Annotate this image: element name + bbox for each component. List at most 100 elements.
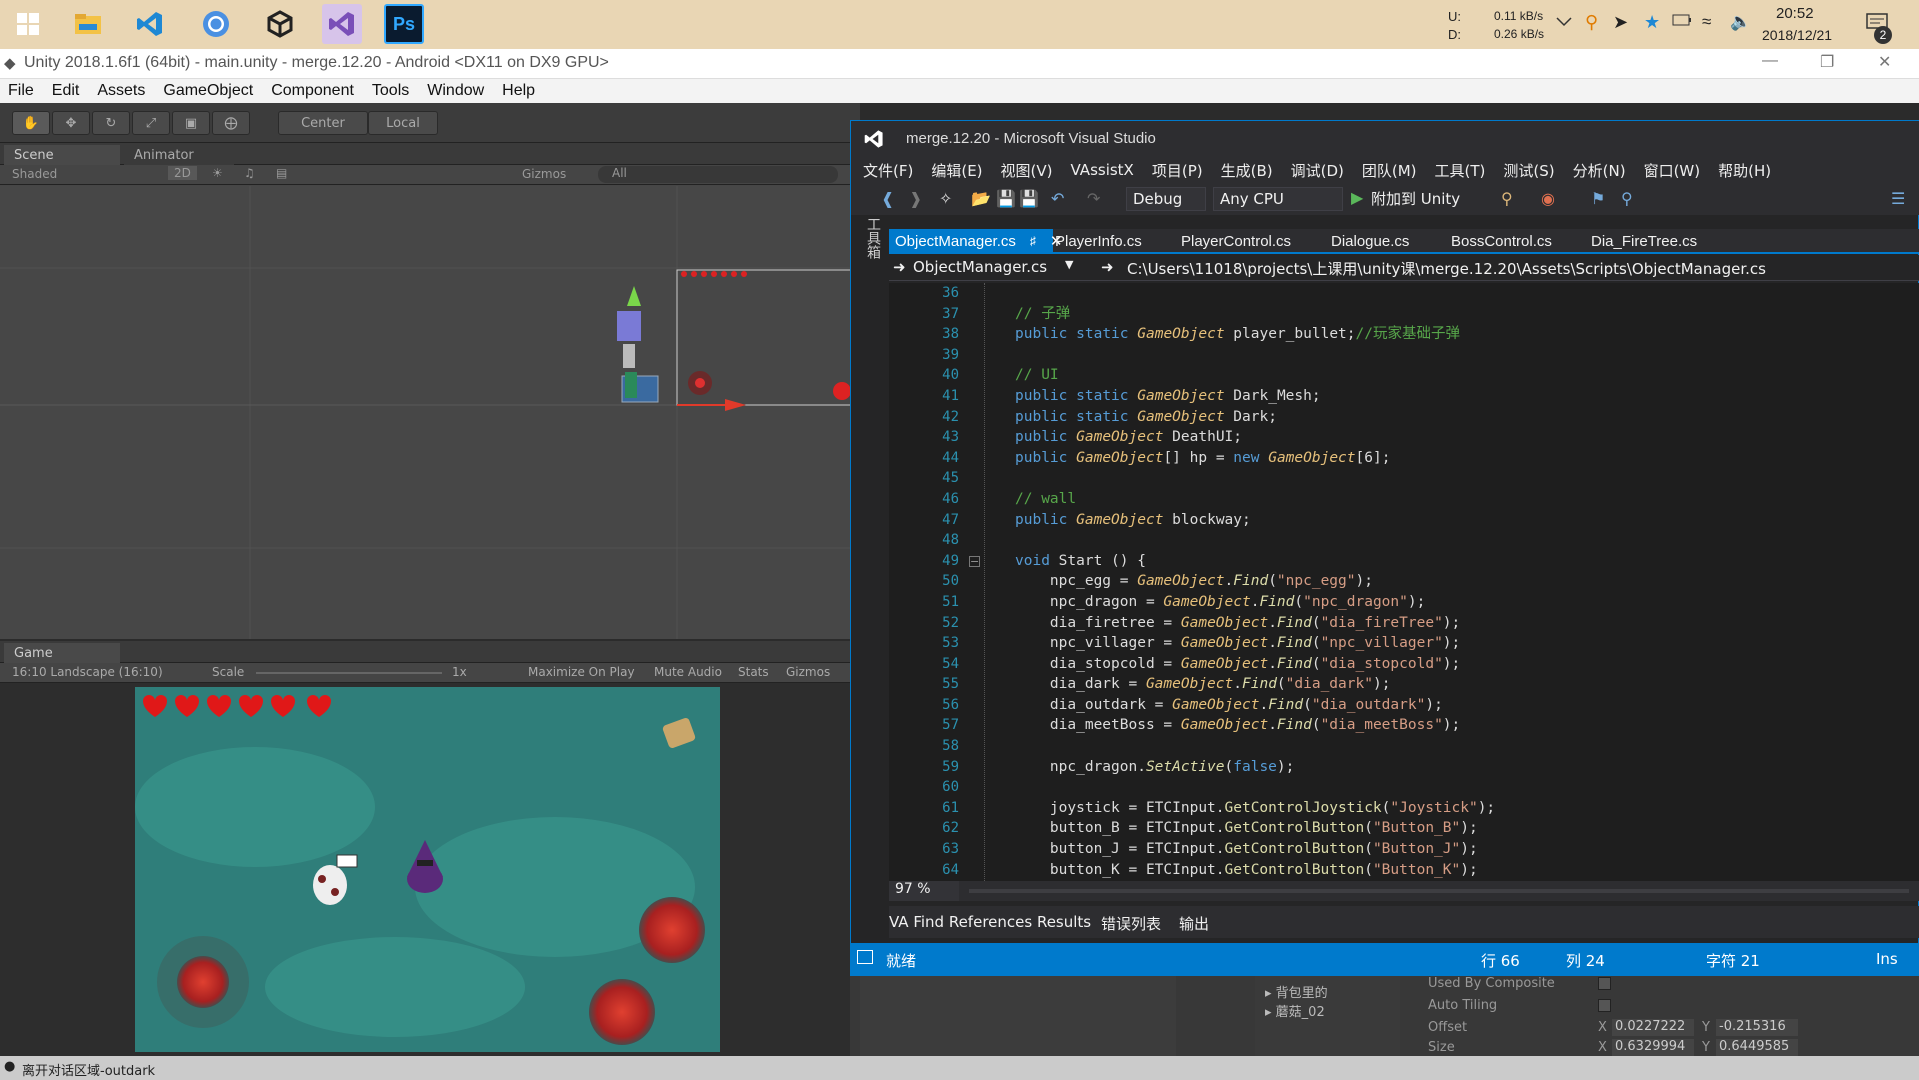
zoom-dropdown[interactable]: 97 % — [889, 881, 959, 901]
vs-menu-project[interactable]: 项目(P) — [1152, 160, 1203, 181]
nav-file-dropdown[interactable]: ObjectManager.cs — [913, 258, 1047, 276]
attach-to-unity-button[interactable]: 附加到 Unity — [1371, 188, 1460, 209]
close-button[interactable]: ✕ — [1878, 52, 1891, 72]
tab-scene[interactable]: Scene — [4, 145, 120, 165]
rotate-tool-icon[interactable]: ↻ — [92, 111, 130, 135]
tab-dia-firetree[interactable]: Dia_FireTree.cs — [1585, 229, 1703, 253]
maximize-on-play-toggle[interactable]: Maximize On Play — [528, 665, 635, 679]
move-tool-icon[interactable]: ✥ — [52, 111, 90, 135]
game-view[interactable] — [135, 687, 720, 1052]
photoshop-icon[interactable]: Ps — [384, 4, 424, 44]
offset-x-field[interactable]: 0.0227222 — [1612, 1019, 1694, 1036]
menu-gameobject[interactable]: GameObject — [163, 82, 253, 100]
mute-audio-toggle[interactable]: Mute Audio — [654, 665, 722, 679]
mode-2d-toggle[interactable]: 2D — [168, 166, 197, 180]
stats-toggle[interactable]: Stats — [738, 665, 769, 679]
menu-assets[interactable]: Assets — [97, 82, 145, 100]
platform-dropdown[interactable]: Any CPU — [1213, 187, 1343, 211]
clock-time[interactable]: 20:52 — [1776, 5, 1814, 22]
auto-tiling-checkbox[interactable] — [1598, 999, 1611, 1012]
vs-menu-window[interactable]: 窗口(W) — [1644, 160, 1701, 181]
menu-file[interactable]: File — [8, 82, 34, 100]
bookmark-icon[interactable]: ⚑ — [1591, 189, 1605, 208]
vs-menu-analyze[interactable]: 分析(N) — [1573, 160, 1626, 181]
rect-tool-icon[interactable]: ▣ — [172, 111, 210, 135]
chevron-down-icon[interactable]: ▼ — [1065, 258, 1073, 271]
tab-playercontrol[interactable]: PlayerControl.cs — [1175, 229, 1297, 253]
pivot-center-button[interactable]: Center — [278, 111, 368, 135]
size-y-field[interactable]: 0.6449585 — [1716, 1039, 1798, 1056]
wifi-icon[interactable]: ≈ — [1702, 12, 1711, 32]
back-icon[interactable]: ❰ — [881, 189, 894, 208]
horizontal-scrollbar[interactable] — [969, 889, 1909, 893]
menu-window[interactable]: Window — [427, 82, 484, 100]
transform-tool-icon[interactable]: ⨁ — [212, 111, 250, 135]
open-file-icon[interactable]: 📂 — [971, 189, 991, 208]
unity-icon[interactable] — [260, 4, 300, 44]
undo-icon[interactable]: ↶ — [1051, 189, 1064, 208]
tab-bosscontrol[interactable]: BossControl.cs — [1445, 229, 1558, 253]
vs-menu-help[interactable]: 帮助(H) — [1718, 160, 1771, 181]
size-x-field[interactable]: 0.6329994 — [1612, 1039, 1694, 1056]
chrome-icon[interactable] — [196, 4, 236, 44]
vs-menu-vassistx[interactable]: VAssistX — [1071, 161, 1134, 179]
forward-icon[interactable]: ❱ — [909, 189, 922, 208]
vs-menu-build[interactable]: 生成(B) — [1221, 160, 1273, 181]
minimize-button[interactable]: — — [1762, 52, 1778, 70]
windows-start-icon[interactable] — [8, 4, 48, 44]
save-icon[interactable]: 💾 — [996, 189, 1016, 208]
hierarchy-item[interactable]: ▸ 蘑菇_02 — [1265, 1001, 1325, 1020]
aspect-dropdown[interactable]: 16:10 Landscape (16:10) — [12, 665, 163, 679]
offset-y-field[interactable]: -0.215316 — [1716, 1019, 1798, 1036]
used-by-composite-checkbox[interactable] — [1598, 977, 1611, 990]
tab-error-list[interactable]: 错误列表 — [1101, 913, 1161, 934]
lighting-icon[interactable]: ☀ — [212, 166, 223, 180]
volume-icon[interactable]: 🔈 — [1730, 12, 1751, 32]
search-symbol-icon[interactable]: ⚲ — [1621, 189, 1633, 208]
effects-icon[interactable]: ▤ — [276, 166, 287, 180]
va-tool-icon[interactable]: ◉ — [1541, 189, 1555, 208]
console-status-message[interactable]: 离开对话区域-outdark — [22, 1060, 155, 1079]
vs-menu-file[interactable]: 文件(F) — [863, 160, 913, 181]
configuration-dropdown[interactable]: Debug — [1126, 187, 1206, 211]
vs-menu-test[interactable]: 测试(S) — [1503, 160, 1554, 181]
tab-game[interactable]: Game — [4, 643, 120, 663]
audio-icon[interactable]: ♫ — [244, 166, 255, 180]
play-icon[interactable]: ▶ — [1351, 188, 1363, 207]
tab-va-find-references[interactable]: VA Find References Results — [889, 913, 1091, 931]
game-gizmos-dropdown[interactable]: Gizmos — [786, 665, 830, 679]
toolbox-side-tab[interactable]: 工具箱 — [857, 217, 883, 277]
battery-icon[interactable] — [1672, 14, 1692, 29]
vs-menu-debug[interactable]: 调试(D) — [1291, 160, 1344, 181]
menu-component[interactable]: Component — [271, 82, 354, 100]
tab-dialogue[interactable]: Dialogue.cs — [1325, 229, 1415, 253]
nav-file-path[interactable]: C:\Users\11018\projects\上课用\unity课\merge… — [1127, 258, 1766, 279]
save-all-icon[interactable]: 💾 — [1019, 189, 1039, 208]
vs-menu-team[interactable]: 团队(M) — [1362, 160, 1417, 181]
clock-date[interactable]: 2018/12/21 — [1762, 27, 1832, 43]
collapse-icon[interactable]: − — [969, 556, 980, 567]
pin-icon[interactable]: ♯ — [1030, 234, 1036, 248]
redo-icon[interactable]: ↷ — [1087, 189, 1100, 208]
vs-menu-view[interactable]: 视图(V) — [1001, 160, 1053, 181]
menu-help[interactable]: Help — [502, 82, 535, 100]
new-item-icon[interactable]: ✧ — [939, 189, 952, 208]
vscode-icon[interactable] — [130, 4, 170, 44]
hand-tool-icon[interactable]: ✋ — [12, 111, 50, 135]
tab-output[interactable]: 输出 — [1179, 913, 1209, 934]
pivot-local-button[interactable]: Local — [368, 111, 438, 135]
star-tray-icon[interactable]: ★ — [1644, 12, 1660, 33]
vs-menu-edit[interactable]: 编辑(E) — [931, 160, 982, 181]
scene-search-input[interactable]: All — [598, 166, 838, 183]
hierarchy-item[interactable]: ▸ 背包里的 — [1265, 982, 1328, 1001]
toolbar-overflow-icon[interactable]: ☰ — [1891, 189, 1905, 208]
tab-animator[interactable]: Animator — [124, 145, 234, 165]
scale-tool-icon[interactable]: ⤢ — [132, 111, 170, 135]
scale-slider[interactable] — [256, 672, 442, 674]
shaded-dropdown[interactable]: Shaded — [12, 167, 57, 181]
menu-edit[interactable]: Edit — [52, 82, 80, 100]
maximize-button[interactable]: ❐ — [1820, 52, 1834, 72]
search-tray-icon[interactable]: ⚲ — [1585, 12, 1598, 33]
visual-studio-icon[interactable] — [322, 4, 362, 44]
chevron-up-icon[interactable] — [1556, 15, 1572, 30]
